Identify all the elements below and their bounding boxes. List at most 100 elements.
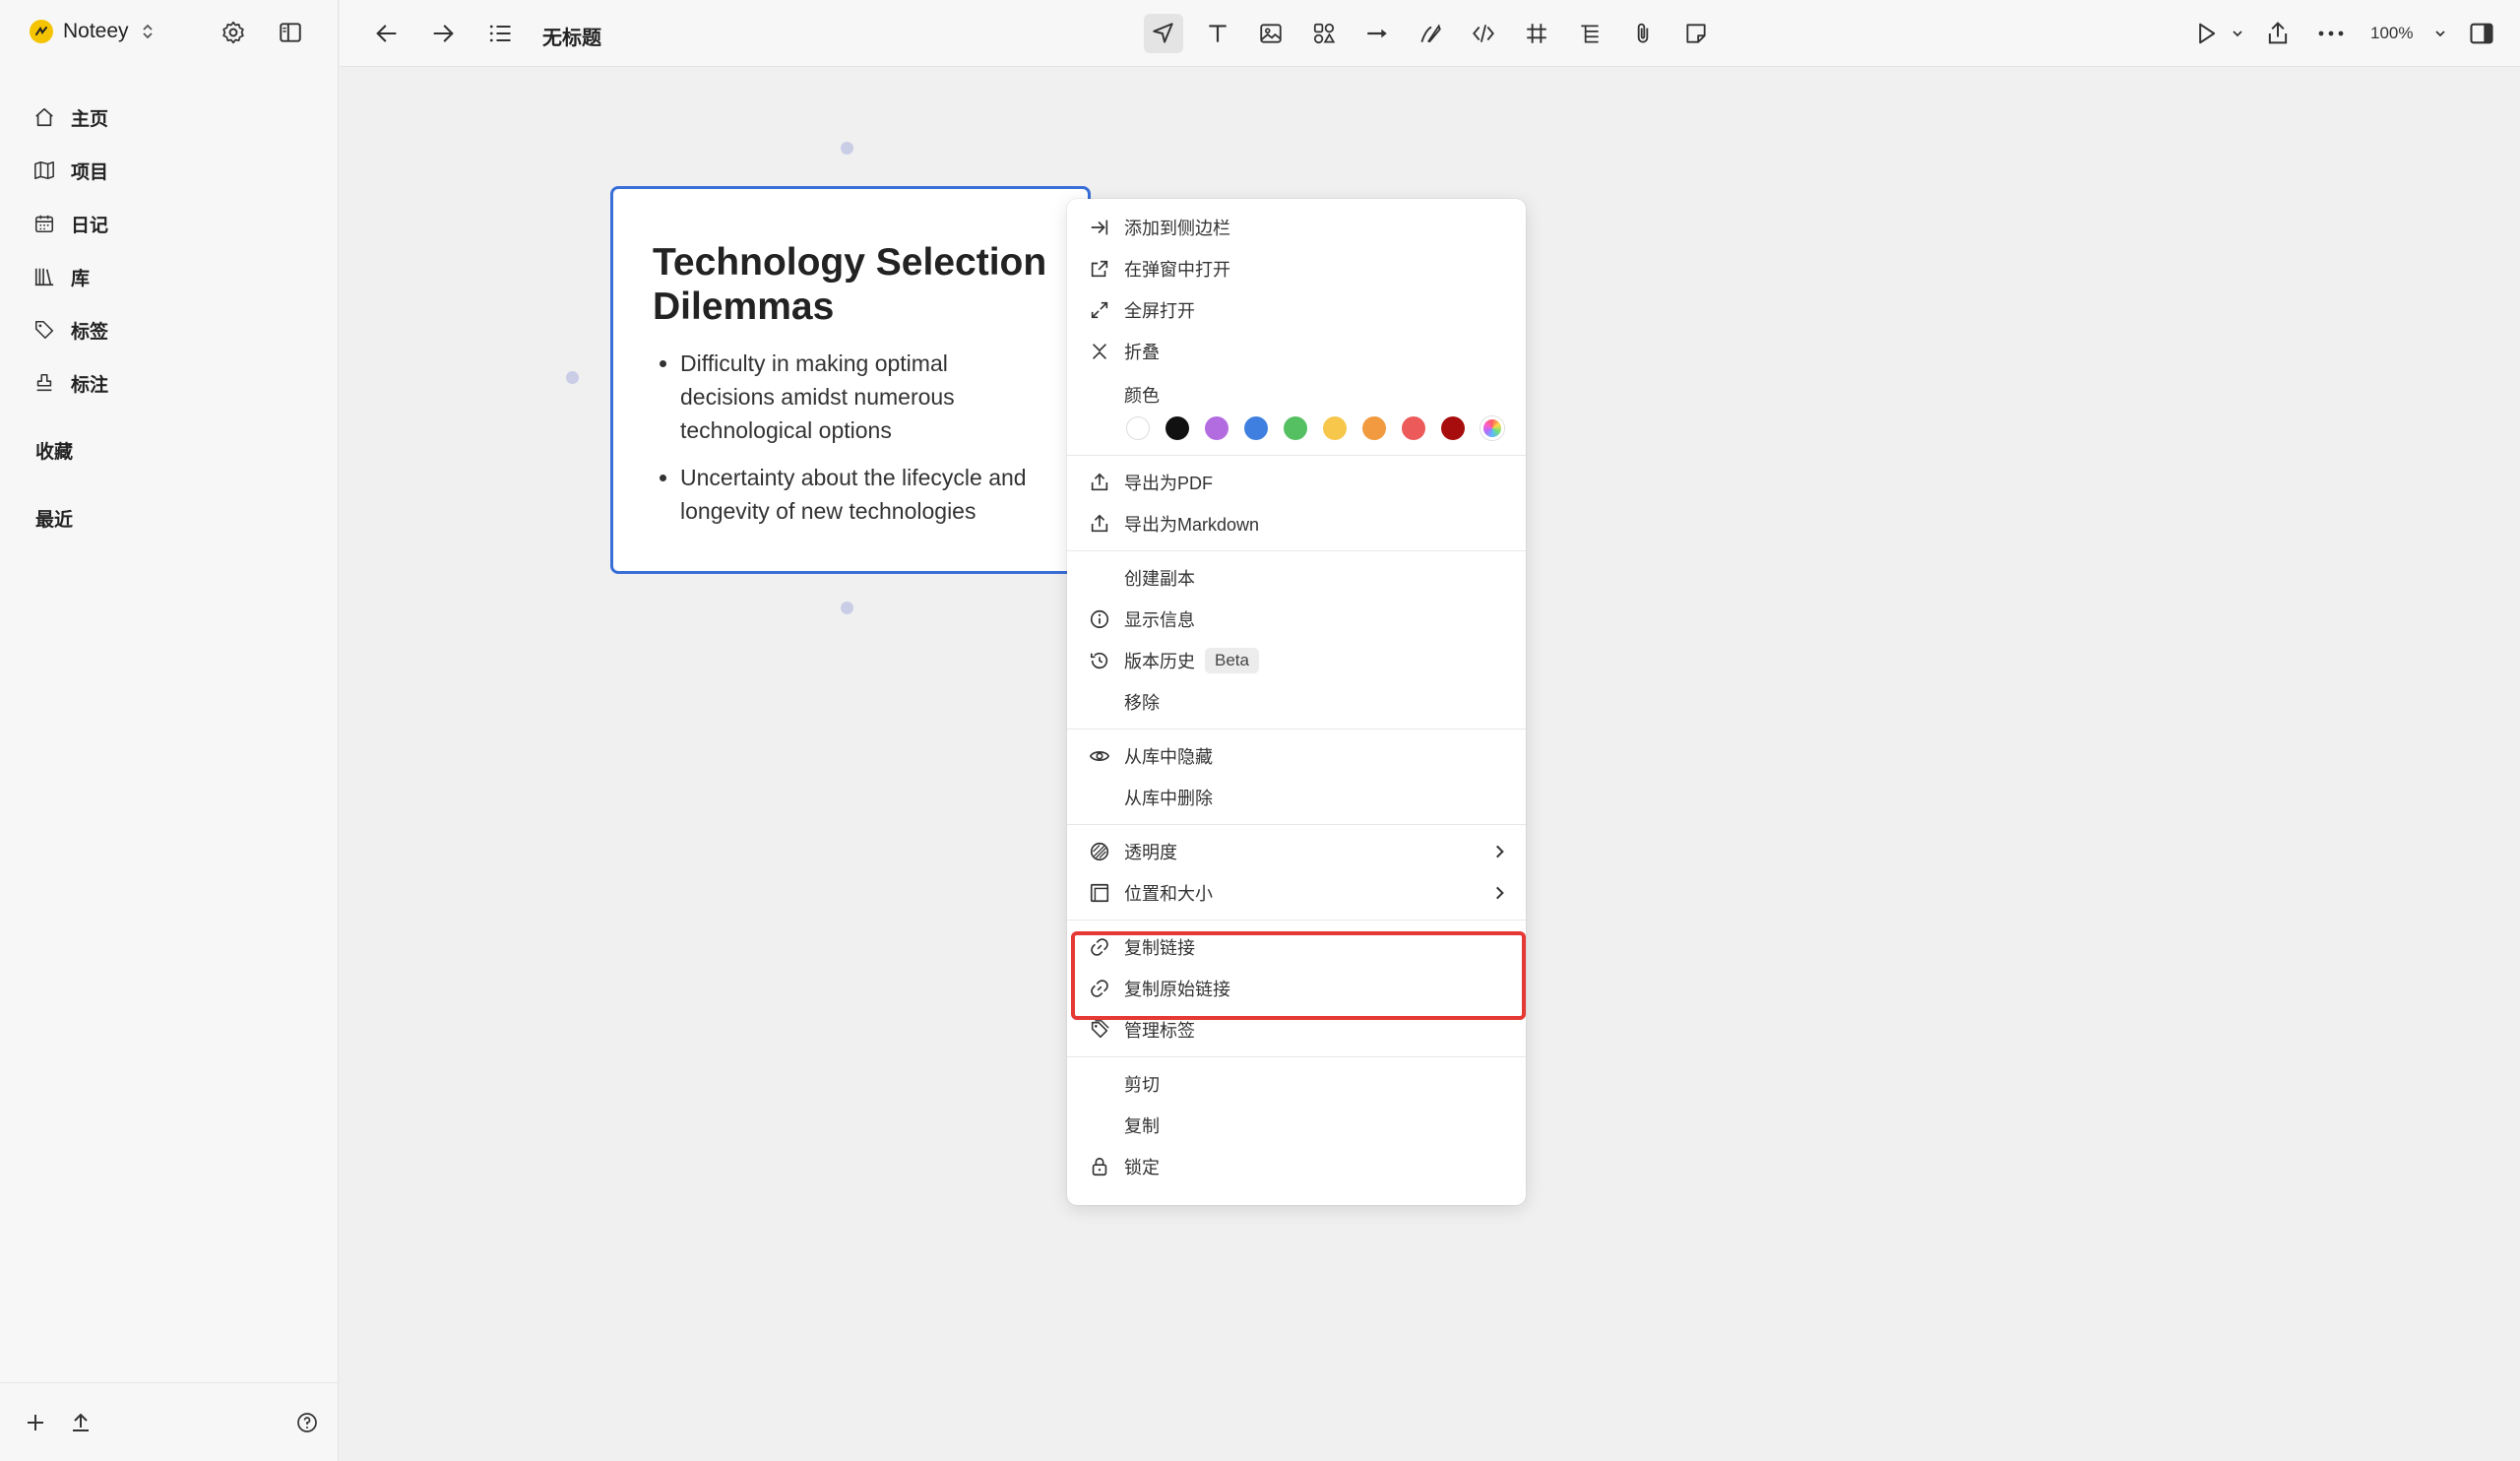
list-item: Difficulty in making optimal decisions a… (680, 347, 1048, 447)
info-icon (1090, 609, 1109, 629)
sidebar-toggle-icon[interactable] (278, 20, 303, 45)
menu-divider (1067, 1056, 1526, 1057)
zoom-level[interactable]: 100% (2370, 24, 2413, 43)
pen-tool-button[interactable] (1411, 14, 1450, 53)
document-title[interactable]: 无标题 (542, 22, 601, 50)
menu-item-open-popup[interactable]: 在弹窗中打开 (1067, 248, 1526, 289)
menu-divider (1067, 455, 1526, 456)
noteey-logo-icon (30, 20, 53, 43)
mindmap-tool-button[interactable] (1570, 14, 1609, 53)
sidebar-item-label: 库 (71, 268, 91, 289)
paperclip-icon (1637, 23, 1649, 43)
sidebar-item-label: 主页 (71, 108, 109, 130)
menu-item-export-pdf[interactable]: 导出为PDF (1067, 462, 1526, 503)
play-icon[interactable] (2192, 20, 2220, 47)
select-tool-button[interactable] (1144, 14, 1183, 53)
menu-item-hide-from-library[interactable]: 从库中隐藏 (1067, 735, 1526, 777)
sidebar-item-label: 标签 (71, 321, 109, 343)
connection-handle-left[interactable] (566, 371, 579, 384)
code-tool-button[interactable] (1464, 14, 1503, 53)
color-swatch-dark-red[interactable] (1441, 416, 1465, 440)
workspace-switcher[interactable]: Noteey (30, 17, 155, 46)
connection-handle-top[interactable] (841, 142, 853, 155)
menu-item-add-to-sidebar[interactable]: 添加到侧边栏 (1067, 207, 1526, 248)
external-link-icon (1091, 260, 1108, 278)
color-swatch-red[interactable] (1402, 416, 1425, 440)
color-swatch-purple[interactable] (1205, 416, 1228, 440)
chevron-right-icon (1496, 886, 1504, 900)
menu-item-remove[interactable]: 移除 (1067, 681, 1526, 723)
arrow-right-icon[interactable] (429, 20, 457, 47)
menu-item-lock[interactable]: 锁定 (1067, 1146, 1526, 1187)
sticky-note-tool-button[interactable] (1676, 14, 1716, 53)
menu-item-copy[interactable]: 复制 (1067, 1105, 1526, 1146)
upload-icon[interactable] (69, 1411, 93, 1434)
help-icon[interactable] (295, 1411, 319, 1434)
sidebar-item-label: 日记 (71, 215, 109, 236)
plus-icon[interactable] (24, 1411, 47, 1434)
sidebar: Noteey 主页 项目 日记 库 标签 标注 收藏 最近 (0, 0, 339, 1461)
list-item: Uncertainty about the lifecycle and long… (680, 461, 1048, 528)
more-options-icon[interactable] (2315, 20, 2347, 47)
sidebar-footer (0, 1382, 339, 1461)
menu-item-label: 导出为PDF (1124, 474, 1213, 493)
menu-item-duplicate[interactable]: 创建副本 (1067, 557, 1526, 599)
color-swatch-yellow[interactable] (1323, 416, 1347, 440)
menu-item-label: 从库中删除 (1124, 789, 1213, 808)
menu-item-delete-from-library[interactable]: 从库中删除 (1067, 777, 1526, 818)
share-icon[interactable] (2264, 20, 2292, 47)
sidebar-item-library[interactable]: 库 (33, 250, 108, 303)
position-size-icon (1090, 883, 1109, 903)
menu-item-position-size[interactable]: 位置和大小 (1067, 872, 1526, 914)
menu-item-label: 移除 (1124, 693, 1160, 713)
color-label: 颜色 (1124, 386, 1160, 406)
image-icon (1260, 24, 1282, 43)
menu-item-export-markdown[interactable]: 导出为Markdown (1067, 503, 1526, 544)
outline-list-icon[interactable] (486, 20, 514, 47)
zoom-chevron-down-icon[interactable] (2432, 26, 2448, 41)
color-swatch-green[interactable] (1284, 416, 1307, 440)
right-panel-toggle-icon[interactable] (2468, 20, 2495, 47)
menu-item-cut[interactable]: 剪切 (1067, 1063, 1526, 1105)
gear-icon[interactable] (220, 20, 246, 45)
library-icon (34, 268, 54, 286)
color-swatch-black[interactable] (1166, 416, 1189, 440)
frame-tool-button[interactable] (1517, 14, 1556, 53)
attachment-tool-button[interactable] (1623, 14, 1663, 53)
menu-item-version-history[interactable]: 版本历史 Beta (1067, 640, 1526, 681)
sidebar-item-annotations[interactable]: 标注 (33, 356, 108, 410)
color-swatch-orange[interactable] (1362, 416, 1386, 440)
section-favorites[interactable]: 收藏 (35, 437, 73, 464)
color-swatch-white[interactable] (1126, 416, 1150, 440)
cursor-arrow-icon (1153, 23, 1173, 43)
menu-item-show-info[interactable]: 显示信息 (1067, 599, 1526, 640)
menu-item-label: 管理标签 (1124, 1021, 1195, 1041)
frame-icon (1527, 24, 1546, 43)
lock-icon (1092, 1157, 1107, 1176)
menu-item-opacity[interactable]: 透明度 (1067, 831, 1526, 872)
sidebar-item-tags[interactable]: 标签 (33, 303, 108, 356)
menu-item-label: 锁定 (1124, 1158, 1160, 1177)
export-icon (1091, 473, 1108, 491)
sidebar-item-journal[interactable]: 日记 (33, 197, 108, 250)
workspace-name: Noteey (63, 20, 129, 42)
image-tool-button[interactable] (1251, 14, 1291, 53)
section-recent[interactable]: 最近 (35, 505, 73, 532)
eye-icon (1089, 751, 1110, 761)
connection-handle-bottom[interactable] (841, 602, 853, 614)
sidebar-item-projects[interactable]: 项目 (33, 144, 108, 197)
color-picker-custom[interactable] (1480, 416, 1504, 440)
note-card[interactable]: Technology Selection Dilemmas Difficulty… (610, 186, 1091, 574)
sidebar-item-home[interactable]: 主页 (33, 91, 108, 144)
connector-tool-button[interactable] (1357, 14, 1397, 53)
toolbar: 无标题 100% (340, 0, 2520, 67)
shapes-tool-button[interactable] (1304, 14, 1344, 53)
menu-item-collapse[interactable]: 折叠 (1067, 331, 1526, 372)
arrow-left-icon[interactable] (373, 20, 401, 47)
color-swatch-blue[interactable] (1244, 416, 1268, 440)
menu-item-label: 位置和大小 (1124, 884, 1213, 904)
text-tool-button[interactable] (1198, 14, 1237, 53)
menu-item-fullscreen[interactable]: 全屏打开 (1067, 289, 1526, 331)
chevron-down-icon[interactable] (2230, 26, 2245, 41)
color-swatches (1067, 408, 1526, 449)
